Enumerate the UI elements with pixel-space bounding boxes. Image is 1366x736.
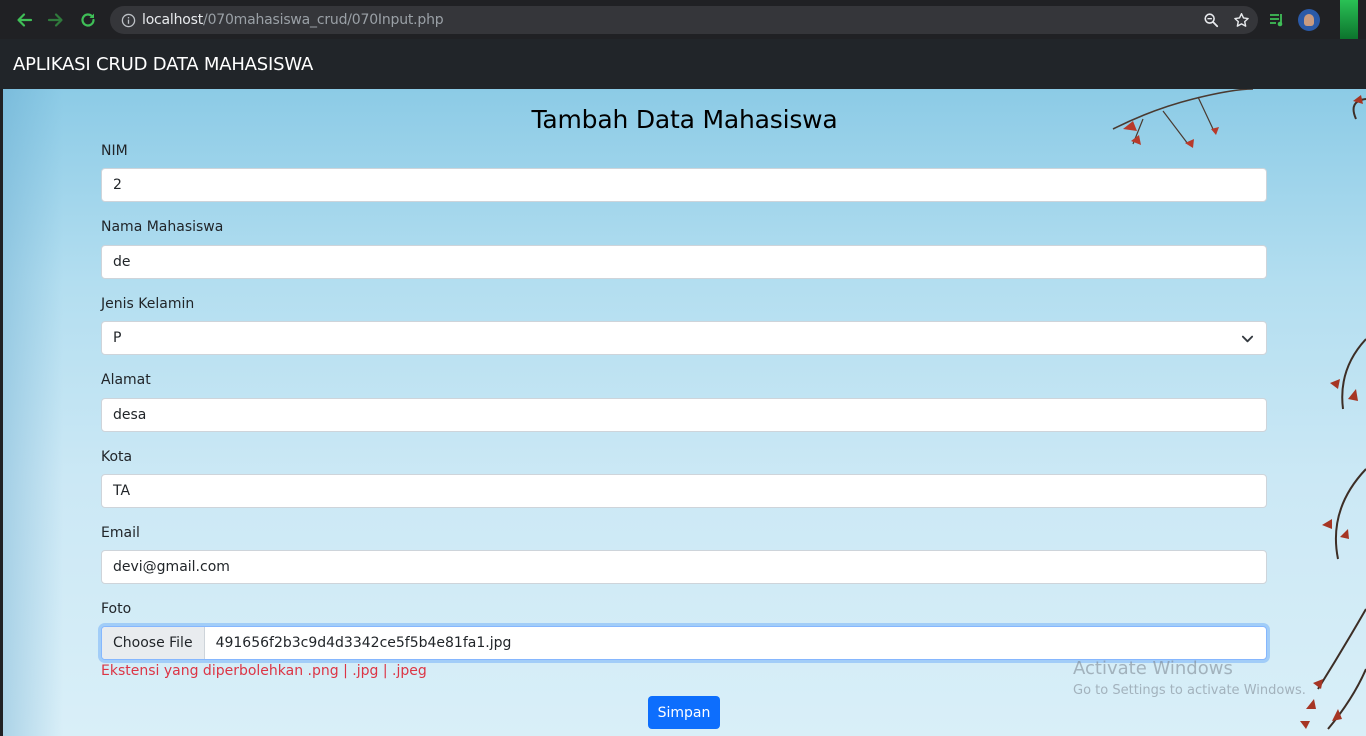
back-button[interactable] [8, 4, 40, 36]
zoom-icon[interactable] [1203, 12, 1219, 28]
address-bar[interactable]: localhost/070mahasiswa_crud/070Input.php [110, 6, 1258, 34]
nama-label: Nama Mahasiswa [101, 219, 224, 235]
forward-button[interactable] [40, 4, 72, 36]
simpan-button[interactable]: Simpan [648, 696, 720, 729]
nama-input[interactable]: de [101, 245, 1267, 279]
jenis-kelamin-label: Jenis Kelamin [101, 296, 195, 312]
reload-icon [81, 12, 95, 27]
profile-avatar[interactable] [1298, 9, 1320, 31]
foto-file-input[interactable]: Choose File 491656f2b3c9d4d3342ce5f5b4e8… [101, 626, 1267, 660]
page-title: Tambah Data Mahasiswa [531, 105, 838, 134]
branch-decoration-right [1300, 95, 1366, 730]
choose-file-button[interactable]: Choose File [102, 627, 205, 659]
alamat-label: Alamat [101, 372, 151, 388]
info-icon[interactable] [114, 6, 142, 34]
menu-icon[interactable] [1340, 0, 1358, 39]
app-navbar: APLIKASI CRUD DATA MAHASISWA [0, 39, 1366, 89]
jenis-kelamin-select[interactable]: P [101, 321, 1267, 355]
browser-toolbar: localhost/070mahasiswa_crud/070Input.php [0, 0, 1366, 39]
url-text: localhost/070mahasiswa_crud/070Input.php [142, 12, 444, 28]
url-path: /070mahasiswa_crud/070Input.php [203, 12, 444, 28]
foto-label: Foto [101, 601, 132, 617]
arrow-right-icon [47, 12, 63, 27]
watermark-subtitle: Go to Settings to activate Windows. [1073, 683, 1306, 698]
media-queue-icon[interactable] [1268, 11, 1286, 29]
branch-decoration-top [1112, 89, 1254, 148]
activate-windows-watermark: Activate Windows Go to Settings to activ… [1073, 658, 1306, 698]
nim-input[interactable]: 2 [101, 168, 1267, 202]
kota-input[interactable]: TA [101, 474, 1267, 508]
nim-label: NIM [101, 143, 128, 159]
reload-button[interactable] [72, 4, 104, 36]
alamat-input[interactable]: desa [101, 398, 1267, 432]
arrow-left-icon [17, 12, 33, 27]
file-extension-hint: Ekstensi yang diperbolehkan .png | .jpg … [101, 663, 427, 679]
watermark-title: Activate Windows [1073, 658, 1233, 679]
star-icon[interactable] [1233, 12, 1250, 29]
chevron-down-icon [1241, 335, 1254, 342]
jenis-kelamin-value: P [113, 330, 122, 346]
page-content: Tambah Data Mahasiswa NIM 2 Nama Mahasis… [3, 89, 1366, 736]
email-label: Email [101, 525, 140, 541]
kota-label: Kota [101, 449, 133, 465]
url-host: localhost [142, 12, 204, 28]
navbar-brand[interactable]: APLIKASI CRUD DATA MAHASISWA [13, 54, 313, 75]
file-name: 491656f2b3c9d4d3342ce5f5b4e81fa1.jpg [215, 635, 512, 651]
email-input[interactable]: devi@gmail.com [101, 550, 1267, 584]
